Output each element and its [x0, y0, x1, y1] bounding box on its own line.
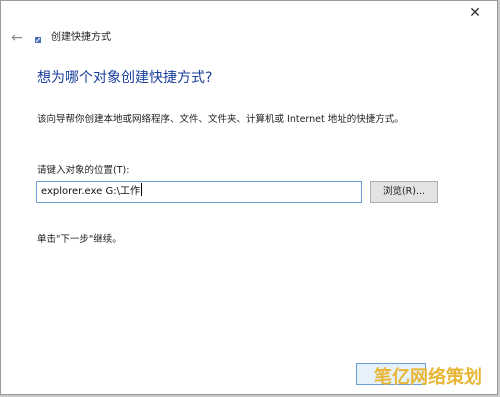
location-input-value: explorer.exe G:\工作 [41, 186, 140, 197]
text-caret [140, 183, 142, 196]
next-hint: 单击"下一步"继续。 [37, 234, 122, 245]
location-input[interactable]: explorer.exe G:\工作 [36, 181, 362, 203]
close-button[interactable]: ✕ [463, 3, 487, 23]
browse-button[interactable]: 浏览(R)... [370, 181, 438, 203]
watermark-logo: 笔亿网络策划 [374, 367, 482, 388]
title-bar: ✕ [1, 1, 497, 31]
page-heading: 想为哪个对象创建快捷方式? [37, 70, 213, 86]
shortcut-wizard-icon [35, 37, 41, 43]
create-shortcut-dialog: ✕ ← 创建快捷方式 想为哪个对象创建快捷方式? 该向导帮你创建本地或网络程序、… [0, 0, 498, 395]
back-arrow-icon[interactable]: ← [7, 28, 27, 48]
wizard-description: 该向导帮你创建本地或网络程序、文件、文件夹、计算机或 Internet 地址的快… [37, 114, 404, 125]
window-title: 创建快捷方式 [51, 32, 111, 43]
location-label: 请键入对象的位置(T): [37, 165, 130, 176]
